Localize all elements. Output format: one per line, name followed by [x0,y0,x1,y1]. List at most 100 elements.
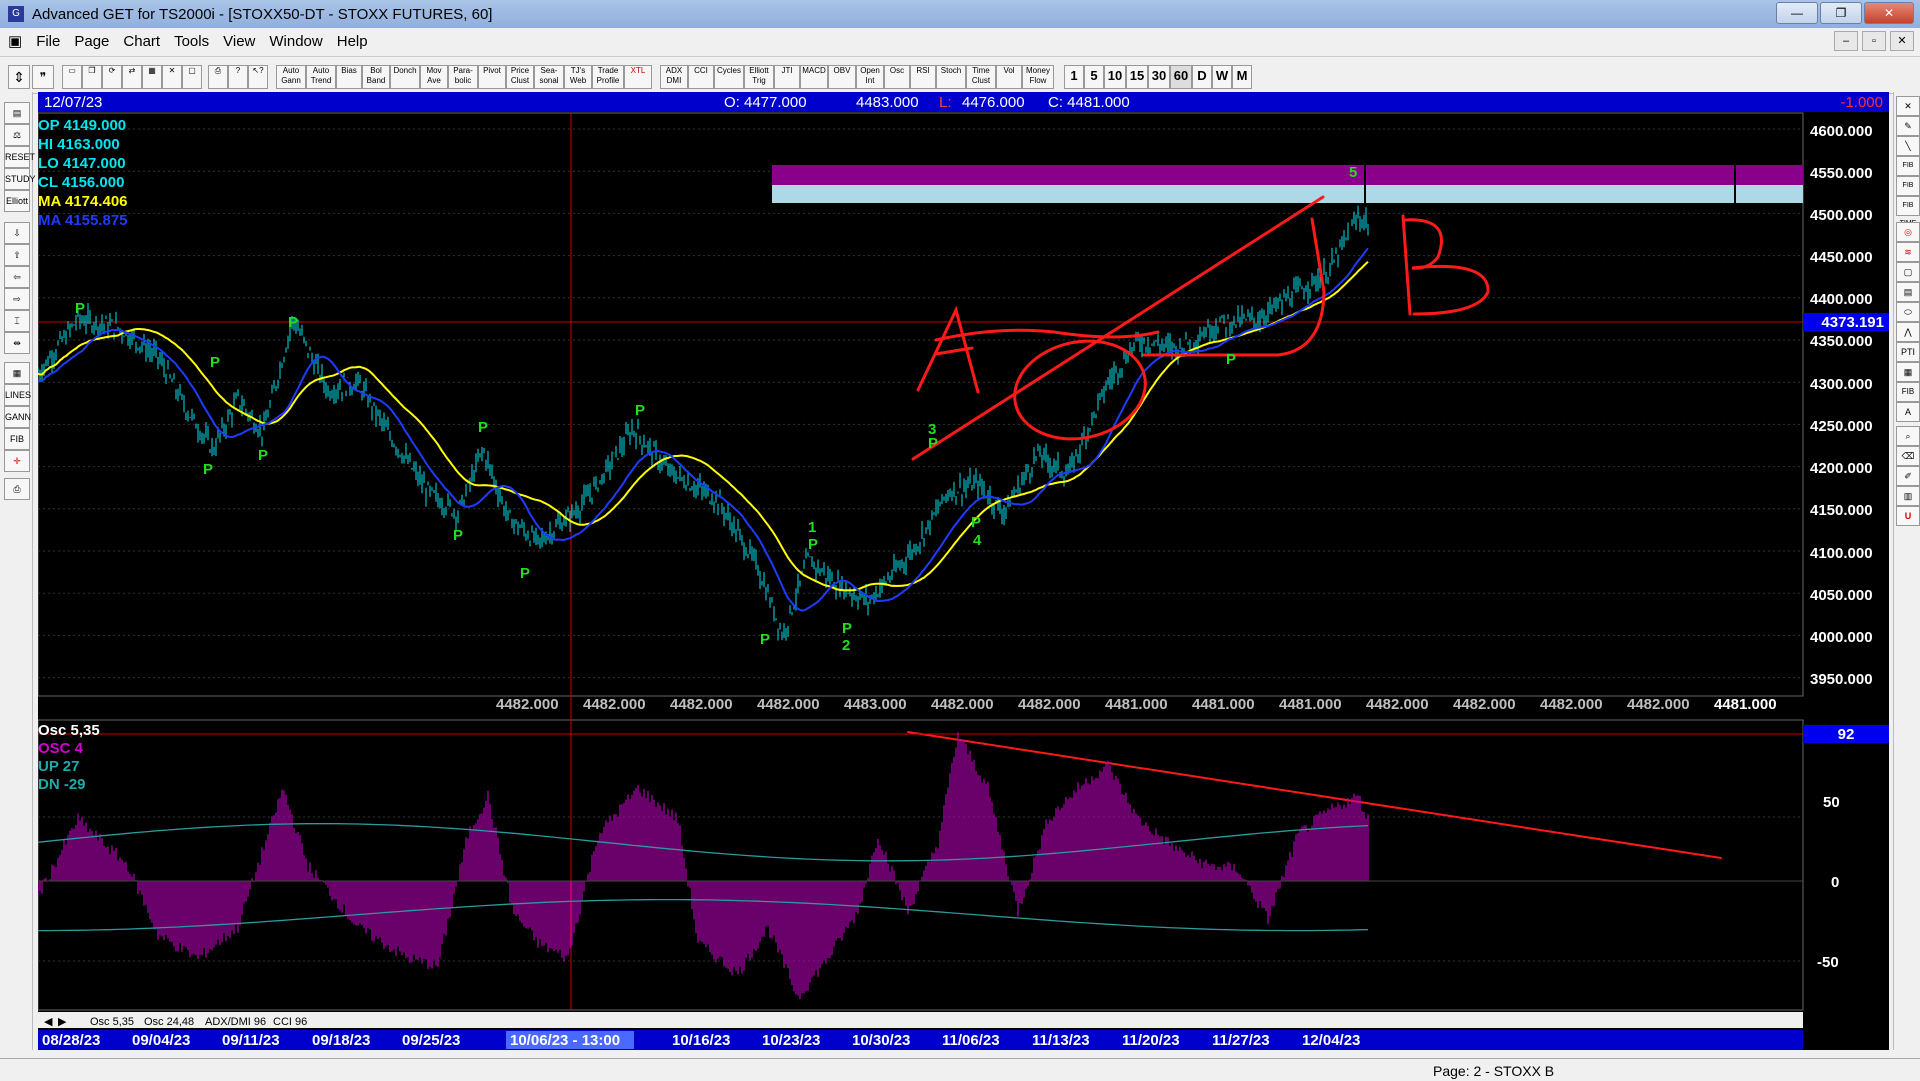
calendar-icon[interactable]: ▥ [1896,486,1920,506]
expand-icon[interactable]: ⇹ [4,332,30,354]
link-icon[interactable]: ⇄ [122,65,142,89]
eraser-icon[interactable]: ⌫ [1896,446,1920,466]
tf-60-button[interactable]: 60 [1170,65,1192,89]
table-icon[interactable]: ▦ [4,362,30,384]
tf-m-button[interactable]: M [1232,65,1252,89]
copy-icon[interactable]: ❐ [82,65,102,89]
tab-cci-96[interactable]: CCI 96 [273,1016,307,1028]
macd-button[interactable]: MACD [800,65,828,89]
cursor-icon[interactable]: ⌶ [4,310,30,332]
zoom-icon[interactable]: ⌕ [1896,426,1920,446]
auto-gann-button[interactable]: Auto Gann [276,65,306,89]
frame-icon[interactable]: ▢ [182,65,202,89]
close-button[interactable]: ✕ [1864,2,1914,24]
time-clust-button[interactable]: Time Clust [966,65,996,89]
parabolic-button[interactable]: Para-bolic [448,65,478,89]
menu-page[interactable]: Page [74,33,109,50]
print-chart-icon[interactable]: ⎙ [4,478,30,500]
tf-d-button[interactable]: D [1192,65,1212,89]
circle-tool-icon[interactable]: ◎ [1896,222,1920,242]
tjs-web-button[interactable]: TJ's Web [564,65,592,89]
tf-15-button[interactable]: 15 [1126,65,1148,89]
minimize-button[interactable]: — [1776,2,1818,24]
tf-5-button[interactable]: 5 [1084,65,1104,89]
mdi-minimize-button[interactable]: – [1834,31,1858,51]
fib-time-button[interactable]: FIB TIME [1896,196,1920,227]
fib-button[interactable]: FIB [4,428,30,450]
xtl-button[interactable]: XTL [624,65,652,89]
arrow-right-icon[interactable]: ⇨ [4,288,30,310]
vol-button[interactable]: Vol [996,65,1022,89]
help-icon[interactable]: ? [228,65,248,89]
mov-ave-button[interactable]: Mov Ave [420,65,448,89]
cycles-button[interactable]: Cycles [714,65,744,89]
study-button[interactable]: STUDY [4,168,36,190]
tf-30-button[interactable]: 30 [1148,65,1170,89]
arrow-down-icon[interactable]: ⇩ [4,222,30,244]
cci-button[interactable]: CCI [688,65,714,89]
tab-scroll-right-icon[interactable]: ▶ [58,1016,67,1028]
pivot-button[interactable]: Pivot [478,65,506,89]
elliott-button[interactable]: Elliott [4,190,30,212]
trade-profile-button[interactable]: Trade Profile [592,65,624,89]
grid-tool-icon[interactable]: ▦ [1896,362,1920,382]
fib-tool-button[interactable]: FIB [1896,382,1920,402]
ray-icon[interactable]: ╲ [1896,136,1920,156]
text-tool-icon[interactable]: A [1896,402,1920,422]
arrow-left-icon[interactable]: ⇦ [4,266,30,288]
tab-osc-24-48[interactable]: Osc 24,48 [144,1016,194,1028]
menu-icon[interactable]: ▣ [8,32,22,50]
rsi-button[interactable]: RSI [910,65,936,89]
menu-file[interactable]: File [36,33,60,50]
new-page-icon[interactable]: ▭ [62,65,82,89]
osc-button[interactable]: Osc [884,65,910,89]
fan-tool-icon[interactable]: ≋ [1896,242,1920,262]
menu-tools[interactable]: Tools [174,33,209,50]
close-x-icon[interactable]: ✕ [1896,96,1920,116]
pen-tool-icon[interactable]: ✐ [1896,466,1920,486]
menu-help[interactable]: Help [337,33,368,50]
price-clust-button[interactable]: Price Clust [506,65,534,89]
menu-view[interactable]: View [223,33,255,50]
money-flow-button[interactable]: Money Flow [1022,65,1054,89]
gann-fan-icon[interactable]: ⋀ [1896,322,1920,342]
auto-trend-button[interactable]: Auto Trend [306,65,336,89]
box-tool-icon[interactable]: ▢ [1896,262,1920,282]
tab-scroll-left-icon[interactable]: ◀ [44,1016,53,1028]
lines-button[interactable]: LINES [4,384,31,406]
whats-this-icon[interactable]: ↖? [248,65,268,89]
stoch-button[interactable]: Stoch [936,65,966,89]
fib-ext-button[interactable]: FIB EXT [1896,176,1920,207]
reset-button[interactable]: RESET [4,146,35,168]
gann-button[interactable]: GANN [4,406,31,428]
seasonal-button[interactable]: Sea-sonal [534,65,564,89]
pencil-icon[interactable]: ✎ [1896,116,1920,136]
restore-button[interactable]: ❐ [1820,2,1862,24]
chart-area[interactable]: 12/07/23 O: 4477.000 4483.000 L: 4476.00… [37,92,1889,1050]
fib-ret-button[interactable]: FIB RET [1896,156,1920,187]
quote-icon[interactable]: ❞ [32,65,54,89]
tf-1-button[interactable]: 1 [1064,65,1084,89]
bias-button[interactable]: Bias [336,65,362,89]
mdi-close-button[interactable]: ✕ [1890,31,1914,51]
pin-icon[interactable]: ⇕ [8,65,30,89]
arrow-up-icon[interactable]: ⇧ [4,244,30,266]
crosshair-icon[interactable]: ✛ [4,450,30,472]
tab-adx-dmi-96[interactable]: ADX/DMI 96 [205,1016,266,1028]
scale-icon[interactable]: ⚖ [4,124,30,146]
u-tool-button[interactable]: U [1896,506,1920,526]
refresh-icon[interactable]: ⟳ [102,65,122,89]
bol-band-button[interactable]: Bol Band [362,65,390,89]
pti-button[interactable]: PTI [1896,342,1920,362]
tab-osc-5-35[interactable]: Osc 5,35 [90,1016,134,1028]
ellipse-tool-icon[interactable]: ⬭ [1896,302,1920,322]
elliott-trig-button[interactable]: Elliott Trig [744,65,774,89]
tf-w-button[interactable]: W [1212,65,1232,89]
channel-tool-icon[interactable]: ▤ [1896,282,1920,302]
donch-button[interactable]: Donch [390,65,420,89]
open-int-button[interactable]: Open Int [856,65,884,89]
adx-dmi-button[interactable]: ADX DMI [660,65,688,89]
mdi-restore-button[interactable]: ▫ [1862,31,1886,51]
jti-button[interactable]: JTI [774,65,800,89]
folder-icon[interactable]: ▤ [4,102,30,124]
